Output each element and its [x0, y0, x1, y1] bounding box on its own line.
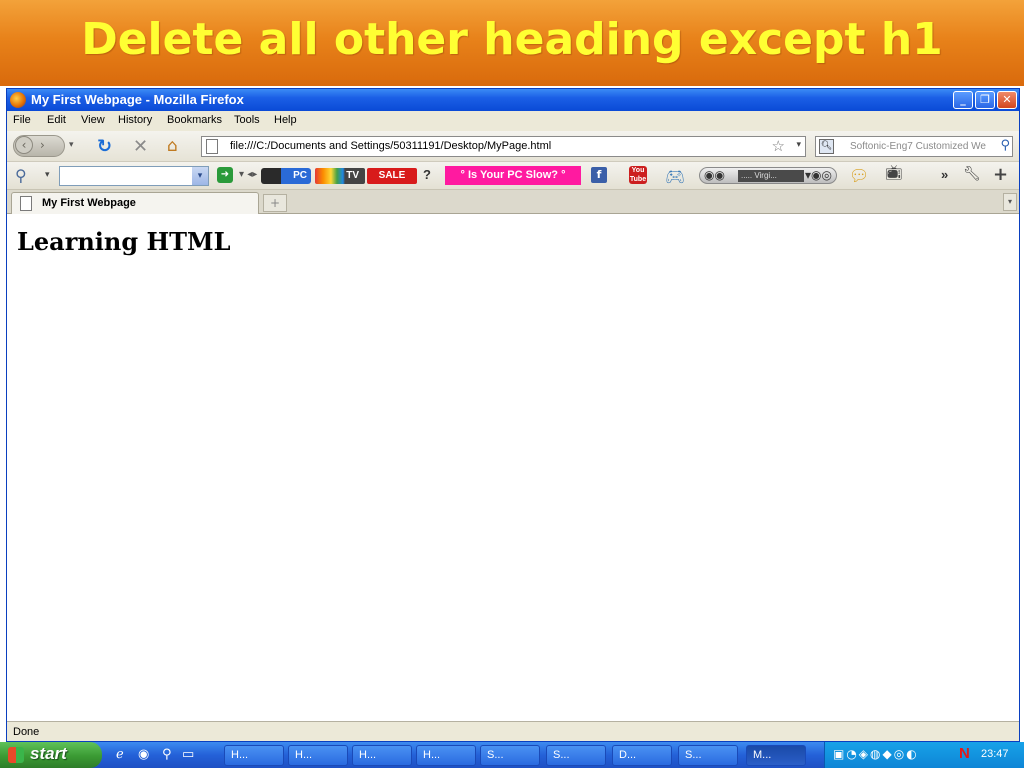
tv-button[interactable]: TV — [315, 168, 365, 184]
add-icon[interactable]: + — [993, 164, 1008, 185]
facebook-icon[interactable]: f — [591, 167, 607, 183]
ie-quicklaunch-icon[interactable]: ℯ — [116, 747, 124, 762]
player-track-label: ..... Virgi... — [738, 170, 804, 182]
menu-view[interactable]: View — [81, 114, 105, 126]
play-controls-icon[interactable]: ◉◉ — [704, 168, 725, 182]
menu-tools[interactable]: Tools — [234, 114, 260, 126]
tray-n-icon[interactable]: N — [959, 745, 970, 762]
addon-toolbar: ⚲ ▾ ▾ ➜ ▾ ◂▸ PC TV SALE ? ° Is Your PC S… — [7, 162, 1019, 190]
volume-icon[interactable]: ▾◉◎ — [805, 168, 832, 182]
status-text: Done — [13, 726, 40, 738]
sale-button[interactable]: SALE — [367, 168, 417, 184]
page-heading-h1: Learning HTML — [17, 227, 231, 256]
magnifier-dropdown-icon[interactable]: ▾ — [45, 170, 50, 180]
wrench-icon[interactable]: 🔧︎ — [963, 166, 981, 182]
page-icon — [20, 196, 32, 211]
go-arrow-icon[interactable]: ➜ — [217, 167, 233, 183]
search-input[interactable]: Softonic-Eng7 Customized We — [850, 141, 986, 152]
task-button[interactable]: H... — [224, 745, 284, 766]
search-engine-icon[interactable]: 🔍︎ — [819, 139, 834, 154]
slide-title: Delete all other heading except h1 — [81, 14, 943, 65]
tray-icons[interactable]: ▣◔◈◍◆◎◐ — [833, 747, 919, 761]
forward-icon[interactable]: › — [40, 138, 45, 152]
url-text[interactable]: file:///C:/Documents and Settings/503111… — [230, 140, 551, 152]
search-go-icon[interactable]: ⚲ — [1000, 138, 1010, 153]
new-tab-button[interactable]: + — [263, 194, 287, 212]
status-bar: Done — [7, 721, 1019, 741]
slide-banner: Delete all other heading except h1 — [0, 0, 1024, 86]
windows-logo-icon — [8, 747, 24, 763]
reload-icon[interactable]: ↻ — [97, 136, 112, 157]
window-title: My First Webpage - Mozilla Firefox — [31, 92, 244, 107]
more-tools-button[interactable]: » — [941, 167, 948, 182]
maximize-button[interactable]: ❐ — [975, 91, 995, 109]
start-label: start — [30, 744, 67, 763]
toolbar-search-input[interactable]: ▾ — [59, 166, 209, 186]
task-button[interactable]: H... — [288, 745, 348, 766]
search-bar[interactable]: 🔍︎ Softonic-Eng7 Customized We ⚲ — [815, 136, 1013, 157]
page-icon — [206, 139, 218, 154]
search-quicklaunch-icon[interactable]: ⚲ — [162, 747, 172, 762]
menu-bar: File Edit View History Bookmarks Tools H… — [7, 111, 1019, 131]
minimize-button[interactable]: _ — [953, 91, 973, 109]
task-button[interactable]: H... — [416, 745, 476, 766]
chevron-down-icon[interactable]: ▾ — [192, 167, 208, 185]
firefox-window: My First Webpage - Mozilla Firefox _ ❐ ✕… — [6, 88, 1020, 742]
task-button[interactable]: D... — [612, 745, 672, 766]
youtube-icon[interactable]: You Tube — [629, 166, 647, 184]
toolbar-options-icon[interactable]: ▾ ◂▸ — [239, 169, 257, 180]
home-icon[interactable]: ⌂ — [167, 136, 178, 156]
menu-history[interactable]: History — [118, 114, 152, 126]
menu-edit[interactable]: Edit — [47, 114, 66, 126]
chat-icon[interactable]: 💬︎ — [849, 166, 869, 185]
task-button-active[interactable]: M... — [746, 745, 806, 766]
menu-bookmarks[interactable]: Bookmarks — [167, 114, 222, 126]
magnifier-icon[interactable]: ⚲ — [15, 166, 27, 185]
start-button[interactable]: start — [0, 742, 102, 768]
help-button[interactable]: ? — [423, 167, 431, 182]
stop-icon[interactable]: ✕ — [133, 136, 148, 157]
tab-my-first-webpage[interactable]: My First Webpage — [11, 192, 259, 214]
pc-button[interactable]: PC — [261, 168, 311, 184]
page-viewport[interactable]: Learning HTML — [7, 215, 1019, 721]
bookmark-star-icon[interactable]: ☆ — [772, 137, 785, 155]
title-bar[interactable]: My First Webpage - Mozilla Firefox _ ❐ ✕ — [7, 89, 1019, 111]
tab-list-chevron-icon[interactable]: ▾ — [1003, 193, 1017, 211]
gamepad-icon[interactable]: 🎮︎ — [665, 167, 685, 186]
tab-bar: My First Webpage + ▾ — [7, 190, 1019, 214]
url-dropdown-icon[interactable]: ▾ — [796, 140, 801, 150]
navigation-toolbar: ‹ › ▾ ↻ ✕ ⌂ file:///C:/Documents and Set… — [7, 131, 1019, 162]
firefox-icon — [10, 92, 26, 108]
tab-label: My First Webpage — [42, 197, 136, 209]
menu-help[interactable]: Help — [274, 114, 297, 126]
pc-slow-button[interactable]: ° Is Your PC Slow? ° — [445, 166, 581, 185]
clock[interactable]: 23:47 — [981, 748, 1009, 760]
firefox-quicklaunch-icon[interactable]: ◉ — [138, 747, 149, 762]
taskbar: start ℯ ◉ ⚲ ▭ H... H... H... H... S... S… — [0, 742, 1024, 768]
close-button[interactable]: ✕ — [997, 91, 1017, 109]
folder-quicklaunch-icon[interactable]: ▭ — [182, 747, 194, 762]
task-button[interactable]: S... — [480, 745, 540, 766]
tv-icon[interactable]: 📺︎ — [885, 165, 903, 181]
back-icon[interactable]: ‹ — [15, 136, 33, 154]
task-button[interactable]: S... — [678, 745, 738, 766]
url-bar[interactable]: file:///C:/Documents and Settings/503111… — [201, 136, 806, 157]
history-dropdown-icon[interactable]: ▾ — [69, 140, 74, 150]
menu-file[interactable]: File — [13, 114, 31, 126]
task-button[interactable]: H... — [352, 745, 412, 766]
system-tray: ▣◔◈◍◆◎◐ N 23:47 — [824, 742, 1024, 768]
task-button[interactable]: S... — [546, 745, 606, 766]
media-player[interactable]: ◉◉ ..... Virgi... ▾◉◎ — [699, 167, 837, 184]
